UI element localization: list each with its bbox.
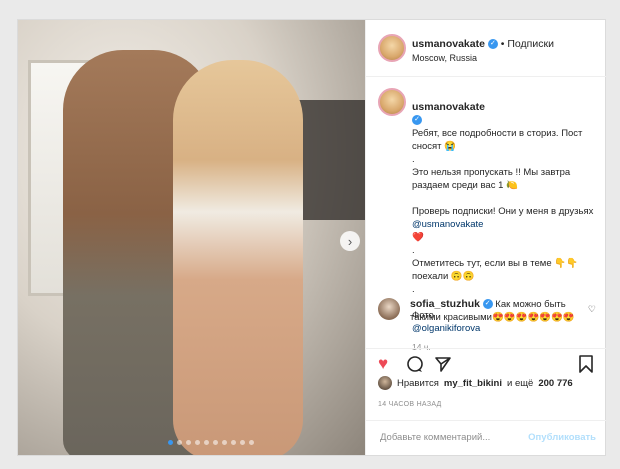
carousel-dot — [204, 440, 209, 445]
verified-badge-icon: ✓ — [487, 39, 498, 50]
add-comment-bar: Добавьте комментарий... Опубликовать — [366, 420, 606, 456]
share-icon[interactable] — [434, 355, 452, 377]
liker-avatar[interactable] — [378, 376, 392, 390]
header-line: usmanovakate ✓ • Подписки — [412, 38, 554, 50]
comment-input[interactable]: Добавьте комментарий... — [380, 432, 490, 443]
instagram-post: › usmanovakate ✓ • Подписки Moscow, Russ… — [17, 19, 606, 456]
follow-status[interactable]: • Подписки — [501, 38, 554, 50]
caption-line: Отметитесь тут, если вы в теме 👇👇 поехал… — [412, 258, 578, 282]
post-header: usmanovakate ✓ • Подписки Moscow, Russia — [366, 20, 606, 77]
bookmark-icon[interactable] — [578, 355, 594, 377]
caption-dot: . — [412, 154, 415, 165]
comment-like-heart-icon[interactable]: ♡ — [588, 304, 596, 315]
carousel-dot — [249, 440, 254, 445]
commenter-avatar[interactable] — [378, 298, 400, 320]
action-bar: ♥ — [366, 348, 606, 379]
caption-heart: ❤️ — [412, 232, 424, 243]
carousel-dot — [222, 440, 227, 445]
commenter-username[interactable]: sofia_stuzhuk — [410, 298, 480, 310]
likes-row: Нравится my_fit_bikini и ещё 200 776 — [378, 376, 573, 390]
post-photo[interactable]: › — [18, 20, 365, 455]
carousel-dot — [213, 440, 218, 445]
caption-line: Это нельзя пропускать !! Мы завтра разда… — [412, 167, 571, 191]
likes-count[interactable]: 200 776 — [538, 378, 572, 389]
carousel-dot — [186, 440, 191, 445]
author-avatar[interactable] — [378, 34, 406, 62]
caption-mention[interactable]: @usmanovakate — [412, 219, 483, 230]
author-username[interactable]: usmanovakate — [412, 38, 485, 50]
caption-avatar[interactable] — [378, 88, 406, 116]
caption-username[interactable]: usmanovakate — [412, 101, 485, 113]
liker-username[interactable]: my_fit_bikini — [444, 378, 502, 389]
heart-icon[interactable]: ♥ — [378, 355, 388, 373]
caption-line: Проверь подписки! Они у меня в друзьях — [412, 206, 594, 217]
next-photo-chevron-icon[interactable]: › — [340, 231, 360, 251]
carousel-dot — [168, 440, 173, 445]
carousel-dot — [177, 440, 182, 445]
post-timestamp[interactable]: 14 ЧАСОВ НАЗАД — [378, 401, 442, 408]
caption-line: Ребят, все подробности в сториз. Пост сн… — [412, 128, 583, 152]
post-sidebar: usmanovakate ✓ • Подписки Moscow, Russia… — [365, 20, 606, 455]
carousel-dot — [195, 440, 200, 445]
photo-woman — [173, 60, 303, 455]
publish-button[interactable]: Опубликовать — [528, 432, 596, 443]
comment-icon[interactable] — [406, 355, 424, 377]
caption-mention[interactable]: @olganikiforova — [412, 323, 480, 334]
likes-prefix: Нравится — [397, 377, 439, 389]
carousel-dots — [168, 440, 254, 445]
carousel-dot — [240, 440, 245, 445]
caption-dot: . — [412, 245, 415, 256]
verified-badge-icon: ✓ — [482, 299, 493, 310]
comment-body: sofia_stuzhuk ✓ Как можно быть такими кр… — [410, 298, 580, 324]
carousel-dot — [231, 440, 236, 445]
caption-dot: . — [412, 284, 415, 295]
verified-badge-icon: ✓ — [412, 115, 422, 126]
post-location[interactable]: Moscow, Russia — [412, 53, 477, 63]
likes-middle: и ещё — [507, 377, 534, 389]
